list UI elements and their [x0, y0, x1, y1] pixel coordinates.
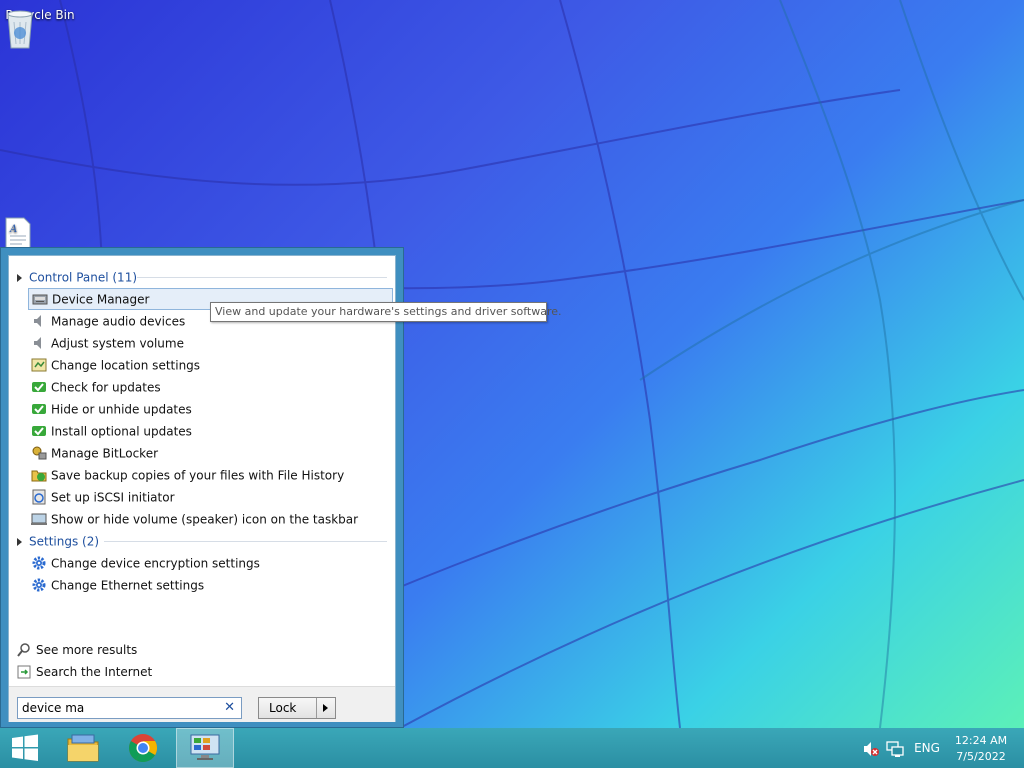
gear-icon [32, 578, 46, 591]
windows-update-icon [32, 403, 46, 414]
svg-text:A: A [9, 224, 17, 235]
speaker-icon [34, 314, 41, 327]
taskbar-chrome[interactable] [118, 728, 168, 768]
result-check-for-updates[interactable]: Check for updates [28, 376, 393, 398]
windows-update-icon [32, 381, 46, 392]
search-internet-link[interactable]: Search the Internet [16, 661, 152, 683]
clock-date[interactable]: 7/5/2022 [950, 750, 1012, 763]
windows-update-icon [32, 425, 46, 436]
taskbar: ENG 12:24 AM 7/5/2022 [0, 728, 1024, 768]
location-icon [31, 358, 47, 371]
search-bar-area: ✕ Lock [9, 686, 395, 722]
result-volume-icon-taskbar[interactable]: Show or hide volume (speaker) icon on th… [28, 508, 393, 530]
result-change-location-settings[interactable]: Change location settings [28, 354, 393, 376]
search-input[interactable] [22, 700, 218, 716]
internet-search-icon [17, 665, 31, 678]
recycle-bin-icon [7, 10, 33, 49]
clock-time[interactable]: 12:24 AM [950, 734, 1012, 747]
see-more-results-link[interactable]: See more results [16, 639, 137, 661]
magnifier-icon [17, 642, 30, 657]
language-indicator[interactable]: ENG [910, 741, 944, 755]
control-panel-icon [190, 734, 220, 760]
gear-icon [32, 556, 46, 569]
start-icon [12, 734, 38, 761]
group-divider [137, 277, 387, 278]
search-results-panel: Control Panel (11) Device Manager Manage… [8, 255, 396, 722]
file-history-icon [31, 470, 47, 481]
result-change-ethernet-settings[interactable]: Change Ethernet settings [28, 574, 393, 596]
result-manage-bitlocker[interactable]: Manage BitLocker [28, 442, 393, 464]
result-install-optional-updates[interactable]: Install optional updates [28, 420, 393, 442]
taskbar-file-explorer[interactable] [58, 728, 108, 768]
speaker-icon [34, 336, 41, 349]
desktop-icon-recycle-bin[interactable]: Recycle Bin [2, 6, 78, 49]
iscsi-icon [32, 489, 46, 504]
device-manager-icon [32, 294, 48, 304]
clear-search-icon[interactable]: ✕ [224, 700, 235, 716]
taskbar-control-panel[interactable] [176, 728, 234, 768]
volume-muted-icon[interactable] [862, 740, 880, 758]
group-header-settings[interactable]: Settings (2) [17, 531, 99, 551]
expand-triangle-icon [17, 537, 22, 546]
taskbar-icon [31, 513, 47, 525]
result-file-history[interactable]: Save backup copies of your files with Fi… [28, 464, 393, 486]
result-iscsi-initiator[interactable]: Set up iSCSI initiator [28, 486, 393, 508]
network-icon[interactable] [886, 740, 904, 758]
document-icon: A [5, 217, 31, 249]
expand-triangle-icon [17, 273, 22, 282]
shutdown-options-arrow-icon[interactable] [323, 704, 328, 712]
start-button[interactable] [0, 728, 50, 768]
result-change-device-encryption[interactable]: Change device encryption settings [28, 552, 393, 574]
chrome-icon [129, 734, 157, 762]
bitlocker-icon [32, 446, 47, 459]
result-hide-or-unhide-updates[interactable]: Hide or unhide updates [28, 398, 393, 420]
search-box[interactable]: ✕ [17, 697, 242, 719]
file-explorer-icon [67, 734, 99, 762]
result-adjust-system-volume[interactable]: Adjust system volume [28, 332, 393, 354]
group-header-control-panel[interactable]: Control Panel (11) [17, 267, 137, 287]
group-divider [104, 541, 387, 542]
tooltip: View and update your hardware's settings… [210, 302, 561, 322]
lock-button[interactable]: Lock [258, 697, 336, 719]
